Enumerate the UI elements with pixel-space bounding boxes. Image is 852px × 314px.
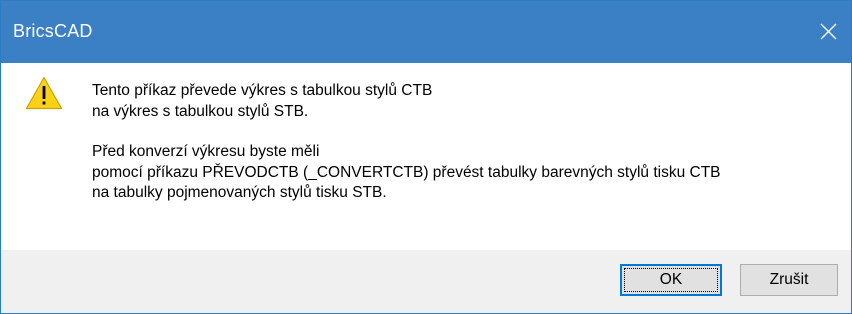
close-icon [820, 23, 837, 40]
message-line: na výkres s tabulkou stylů STB. [92, 102, 309, 120]
message-paragraph-2: Před konverzí výkresu byste měli pomocí … [92, 142, 832, 204]
focus-rectangle [624, 268, 718, 292]
cancel-button-label: Zrušit [769, 271, 809, 288]
message-line: pomocí příkazu PŘEVODCTB (_CONVERTCTB) p… [92, 163, 721, 181]
message-dialog: BricsCAD Tento příkaz převede výkres s t… [0, 0, 852, 314]
warning-icon [25, 76, 63, 110]
message-paragraph-1: Tento příkaz převede výkres s tabulkou s… [92, 81, 832, 122]
message-line: Tento příkaz převede výkres s tabulkou s… [92, 82, 433, 99]
message-line: na tabulky pojmenovaných stylů tisku STB… [92, 184, 387, 201]
message-text: Tento příkaz převede výkres s tabulkou s… [92, 81, 832, 204]
ok-button[interactable]: OK [620, 264, 722, 296]
dialog-content: Tento příkaz převede výkres s tabulkou s… [1, 63, 851, 250]
message-line: Před konverzí výkresu byste měli [92, 143, 320, 160]
window-title: BricsCAD [13, 21, 93, 41]
button-bar: OK Zrušit [1, 250, 851, 313]
cancel-button[interactable]: Zrušit [740, 264, 838, 296]
title-bar[interactable]: BricsCAD [1, 1, 851, 63]
close-button[interactable] [805, 1, 851, 63]
